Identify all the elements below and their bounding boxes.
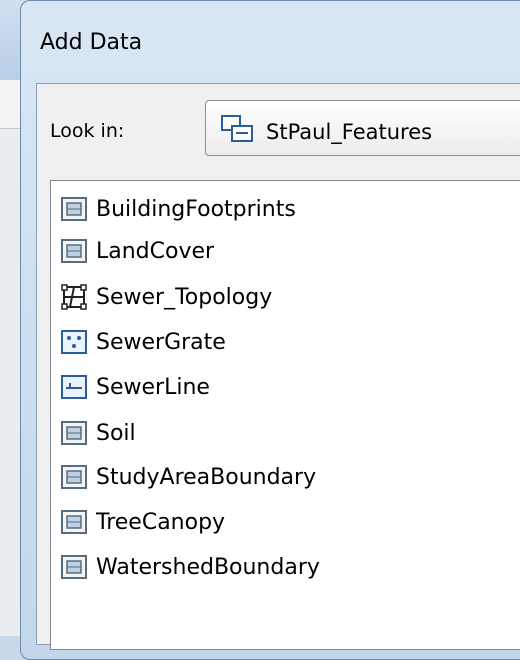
polygon-feature-class-icon: [61, 555, 87, 579]
list-item[interactable]: SewerGrate: [60, 325, 226, 359]
list-item[interactable]: BuildingFootprints: [60, 192, 296, 226]
look-in-value: StPaul_Features: [266, 120, 433, 144]
look-in-label: Look in:: [50, 120, 125, 142]
list-item-label: StudyAreaBoundary: [96, 464, 317, 490]
list-item-label: SewerGrate: [96, 329, 226, 355]
list-item-label: BuildingFootprints: [96, 196, 296, 222]
list-item[interactable]: StudyAreaBoundary: [60, 460, 316, 494]
dialog-title: Add Data: [40, 30, 143, 55]
list-item[interactable]: TreeCanopy: [60, 505, 225, 539]
polygon-feature-class-icon: [61, 510, 87, 534]
list-item-label: WatershedBoundary: [96, 554, 320, 580]
list-item-label: TreeCanopy: [96, 509, 226, 535]
polygon-feature-class-icon: [61, 197, 87, 221]
list-item-label: Soil: [96, 420, 136, 446]
list-item-label: LandCover: [96, 238, 215, 264]
list-item[interactable]: SewerLine: [60, 370, 210, 404]
list-item[interactable]: WatershedBoundary: [60, 550, 320, 584]
feature-dataset-icon: [221, 115, 253, 142]
polygon-feature-class-icon: [61, 465, 87, 489]
list-item[interactable]: LandCover: [60, 234, 214, 268]
topology-icon: [61, 284, 87, 310]
list-item-label: SewerLine: [96, 374, 210, 400]
list-item[interactable]: Sewer_Topology: [60, 280, 272, 314]
point-feature-class-icon: [61, 330, 87, 354]
polygon-feature-class-icon: [61, 239, 87, 263]
list-item-label: Sewer_Topology: [96, 284, 273, 310]
list-item[interactable]: Soil: [60, 416, 136, 450]
polygon-feature-class-icon: [61, 421, 87, 445]
line-feature-class-icon: [61, 375, 87, 399]
